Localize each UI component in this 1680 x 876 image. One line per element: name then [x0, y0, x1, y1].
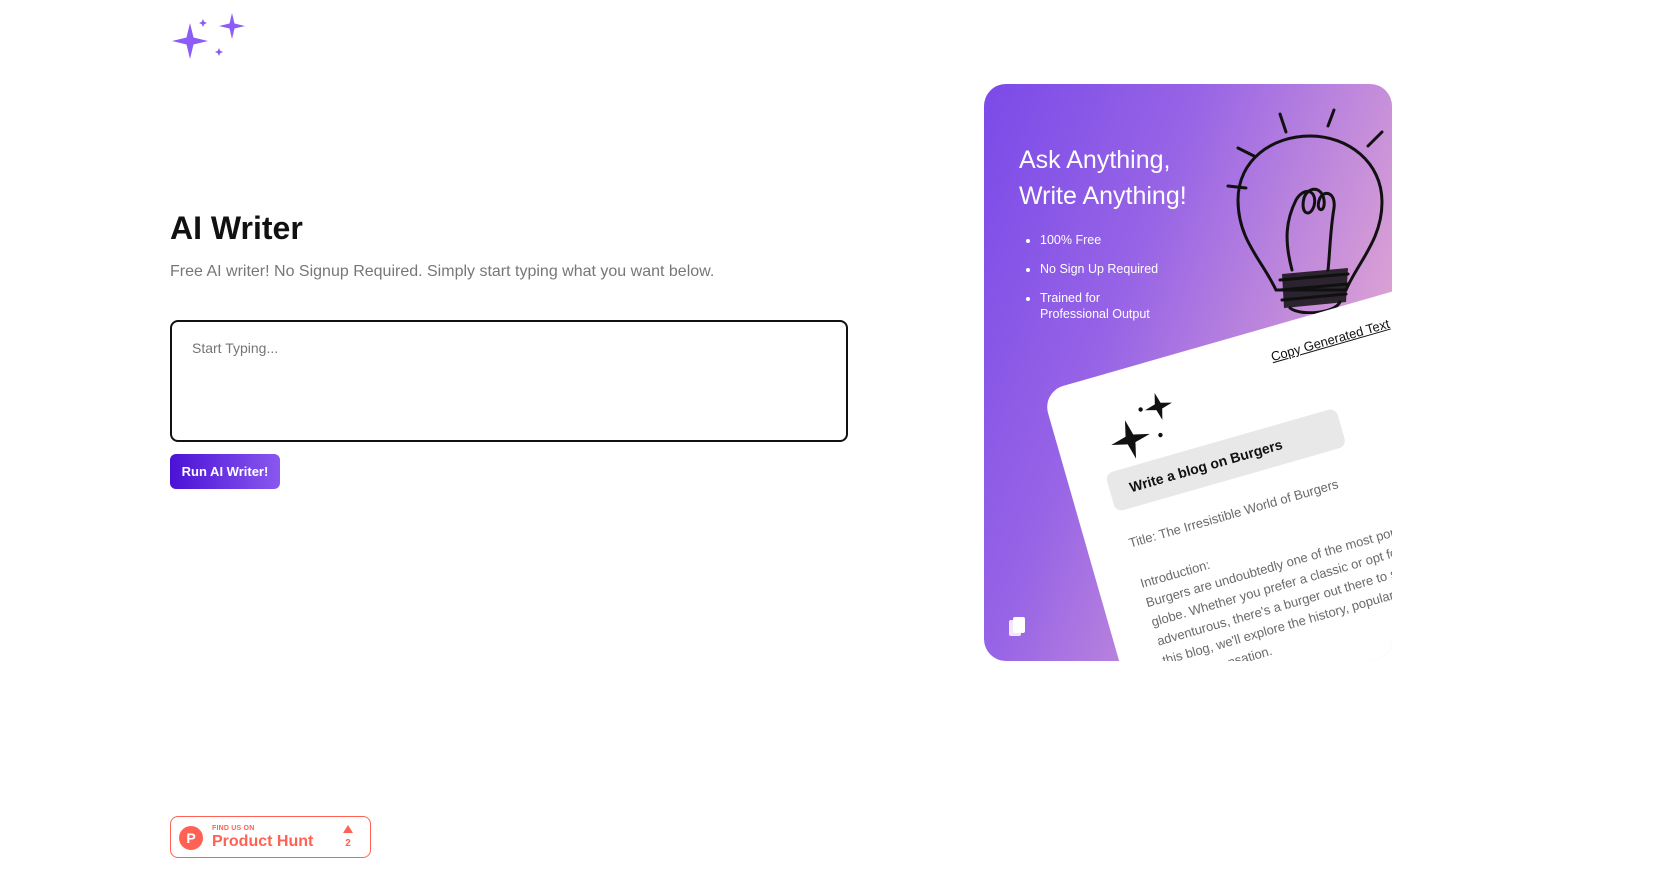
product-hunt-find-us-label: FIND US ON: [212, 825, 255, 832]
promo-feature-item: 100% Free: [1040, 232, 1170, 248]
prompt-input[interactable]: [170, 320, 848, 442]
page-subtitle: Free AI writer! No Signup Required. Simp…: [170, 263, 715, 280]
product-hunt-name: Product Hunt: [212, 833, 314, 850]
promo-feature-list: 100% Free No Sign Up Required Trained fo…: [1028, 232, 1170, 335]
promo-heading: Ask Anything, Write Anything!: [1019, 142, 1239, 214]
promo-banner: Ask Anything, Write Anything! 100% Free …: [984, 84, 1392, 661]
promo-feature-item: Trained for Professional Output: [1040, 290, 1170, 322]
copy-icon: [1009, 617, 1025, 636]
upvote-arrow-icon: [343, 825, 353, 833]
promo-heading-line2: Write Anything!: [1019, 182, 1187, 210]
sparkles-icon[interactable]: [172, 13, 248, 69]
run-ai-writer-button[interactable]: Run AI Writer!: [170, 454, 280, 489]
product-hunt-badge[interactable]: P FIND US ON Product Hunt 2: [170, 816, 371, 858]
page-title: AI Writer: [170, 210, 303, 246]
product-hunt-logo-icon: P: [179, 826, 203, 850]
lightbulb-icon: [1226, 108, 1384, 314]
promo-heading-line1: Ask Anything,: [1019, 146, 1171, 174]
copy-generated-text-link: Copy Generated Text: [1269, 315, 1392, 365]
upvote-count: 2: [345, 838, 351, 849]
promo-feature-item: No Sign Up Required: [1040, 261, 1170, 277]
